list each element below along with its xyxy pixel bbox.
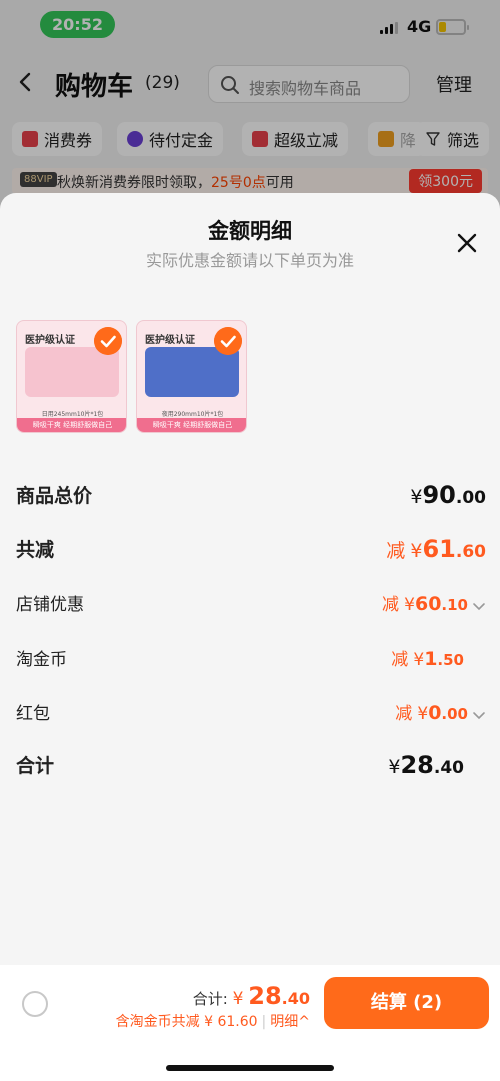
row-taojinbi: 淘金币 减 ¥1.50	[16, 645, 486, 675]
detail-toggle[interactable]: 明细^	[270, 1014, 310, 1030]
row-red-packet[interactable]: 红包 减 ¥0.00	[16, 699, 486, 729]
red-packet-value: 减 ¥0.00	[395, 699, 486, 724]
discount-summary: 含淘金币共减 ¥ 61.60 | 明细^	[115, 1014, 310, 1030]
row-item-total: 商品总价 ¥90.00	[16, 481, 486, 509]
home-indicator	[166, 1065, 334, 1071]
select-all-checkbox[interactable]	[22, 991, 48, 1017]
chevron-down-icon[interactable]	[472, 708, 486, 722]
product-thumbnail[interactable]: 医护级认证 日用245mm10片*1包 瞬吸干爽 经期舒服做自己	[16, 320, 127, 433]
grand-total-value: ¥28.40	[388, 751, 464, 779]
chevron-down-icon[interactable]	[472, 599, 486, 613]
total-value: ¥ 28.40	[232, 982, 310, 1010]
checkout-bar: 合计: ¥ 28.40 含淘金币共减 ¥ 61.60 | 明细^ 结算 (2)	[0, 965, 500, 1081]
sheet-subtitle: 实际优惠金额请以下单页为准	[145, 251, 354, 270]
checkmark-icon	[214, 327, 242, 355]
amount-detail-sheet: 金额明细 实际优惠金额请以下单页为准 医护级认证 日用245mm10片*1包 瞬…	[0, 193, 500, 1081]
item-total-value: ¥90.00	[410, 481, 486, 509]
checkout-button[interactable]: 结算 (2)	[324, 977, 489, 1029]
total-discount-value: 减 ¥61.60	[386, 535, 486, 563]
row-total-discount: 共减 减 ¥61.60	[16, 535, 486, 563]
total-line: 合计: ¥ 28.40	[193, 982, 310, 1010]
row-grand-total: 合计 ¥28.40	[16, 751, 464, 779]
close-icon[interactable]	[455, 231, 479, 255]
checkmark-icon	[94, 327, 122, 355]
shop-discount-value: 减 ¥60.10	[382, 590, 486, 615]
total-label: 合计:	[192, 990, 228, 1008]
taojinbi-value: 减 ¥1.50	[391, 648, 464, 670]
sheet-title: 金额明细	[208, 219, 292, 243]
product-thumbnail[interactable]: 医护级认证 夜用290mm10片*1包 瞬吸干爽 经期舒服做自己	[136, 320, 247, 433]
row-shop-discount[interactable]: 店铺优惠 减 ¥60.10	[16, 590, 486, 620]
